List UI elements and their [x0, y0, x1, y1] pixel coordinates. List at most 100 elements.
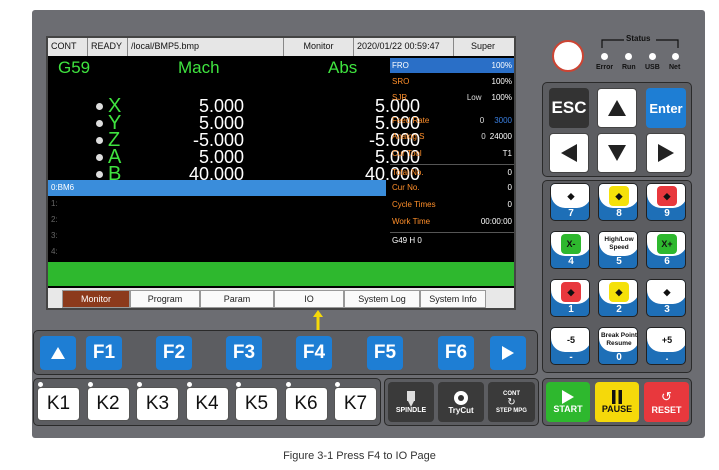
jog-key-6[interactable]: X+ 6 [646, 231, 686, 269]
x-minus-y-plus-icon: ◆ [561, 186, 581, 206]
jog-key-4[interactable]: X- 4 [550, 231, 590, 269]
trycut-button[interactable]: TryCut [438, 382, 484, 422]
axis-indicator-icon [96, 154, 103, 161]
user-level: Super [470, 41, 496, 51]
k2-button[interactable]: K2 [86, 387, 130, 421]
worktime-row: Work Time 00:00:00 [392, 217, 512, 226]
jog-key-8[interactable]: ◆ 8 [598, 183, 638, 221]
cont-step-mpg-button[interactable]: CONT ↻ STEP MPG [488, 382, 535, 422]
jog-key-0[interactable]: Break Point Resume 0 [598, 327, 638, 365]
down-button[interactable] [597, 133, 637, 173]
ready-status: READY [88, 38, 128, 56]
jog-key-.[interactable]: +5 . [646, 327, 686, 365]
tab-monitor[interactable]: Monitor [62, 290, 130, 308]
program-line[interactable]: 3: [48, 228, 386, 244]
start-button[interactable]: START [546, 382, 590, 422]
pointer-arrow-icon [313, 310, 323, 332]
left-arrow-icon [561, 144, 577, 162]
error-led [601, 53, 608, 60]
jog-key-7[interactable]: ◆ 7 [550, 183, 590, 221]
trycut-icon [454, 390, 468, 405]
up-button[interactable] [597, 88, 637, 128]
x-plus-y-minus-icon: ◆ [657, 282, 677, 302]
key-number: 7 [568, 208, 574, 219]
key-number: 1 [568, 304, 574, 315]
usb-led [649, 53, 656, 60]
mach-header: Mach [178, 58, 220, 77]
status-frame-icon [601, 39, 679, 48]
abs-header: Abs [328, 58, 358, 77]
axis-indicator-icon [96, 137, 103, 144]
program-line[interactable]: 1: [48, 196, 386, 212]
run-label: Run [622, 64, 636, 71]
key-number: 6 [664, 256, 670, 267]
left-button[interactable] [549, 133, 589, 173]
message-bar [48, 262, 514, 286]
f1-button[interactable]: F1 [86, 336, 122, 370]
tab-program[interactable]: Program [130, 290, 200, 308]
analog-row: Analog S 0 24000 [392, 132, 512, 141]
aux-key-row: SPINDLE TryCut CONT ↻ STEP MPG [384, 378, 539, 426]
key-number: 8 [616, 208, 622, 219]
jog-key--[interactable]: -5 - [550, 327, 590, 365]
tab-system-info[interactable]: System Info [420, 290, 486, 308]
right-button[interactable] [646, 133, 686, 173]
program-line[interactable]: 2: [48, 212, 386, 228]
key-number: . [665, 352, 669, 363]
spindle-icon [407, 390, 415, 407]
x-plus-icon: X+ [657, 234, 677, 254]
run-led [625, 53, 632, 60]
key-number: 3 [664, 304, 670, 315]
y-minus-icon: ◆ [609, 282, 629, 302]
net-label: Net [669, 64, 681, 71]
program-list[interactable]: 0:BM6 1: 2: 3: 4: [48, 180, 386, 260]
curno-row: Cur No. 0 [392, 183, 512, 192]
prev-page-button[interactable] [40, 336, 76, 370]
f6-button[interactable]: F6 [438, 336, 474, 370]
tab-io[interactable]: IO [274, 290, 344, 308]
sjr-row: SJR Low 100% [392, 93, 512, 102]
total-row: Total No. 0 [390, 164, 514, 179]
axis-indicator-icon [96, 103, 103, 110]
key-label: High/Low Speed [604, 236, 634, 251]
jog-key-2[interactable]: ◆ 2 [598, 279, 638, 317]
k4-button[interactable]: K4 [185, 387, 229, 421]
f3-button[interactable]: F3 [226, 336, 262, 370]
k5-button[interactable]: K5 [235, 387, 278, 421]
key-number: 4 [568, 256, 574, 267]
spindle-button[interactable]: SPINDLE [388, 382, 434, 422]
axis5-plus-icon: +5 [657, 330, 677, 350]
tool-row: Cur Tool T1 [392, 149, 512, 158]
k1-button[interactable]: K1 [37, 387, 80, 421]
enter-button[interactable]: Enter [646, 88, 686, 128]
k7-button[interactable]: K7 [334, 387, 377, 421]
reset-button[interactable]: ↺ RESET [644, 382, 689, 422]
reset-icon: ↺ [661, 389, 672, 404]
f5-button[interactable]: F5 [367, 336, 403, 370]
f2-button[interactable]: F2 [156, 336, 192, 370]
axis-indicator-icon [96, 120, 103, 127]
x-plus-y-plus-icon: ◆ [657, 186, 677, 206]
y-plus-icon: ◆ [609, 186, 629, 206]
f4-button[interactable]: F4 [296, 336, 332, 370]
program-line[interactable]: 4: [48, 244, 386, 260]
right-arrow-icon [658, 144, 674, 162]
gcode-row: G49 H 0 [390, 232, 514, 247]
power-button[interactable] [552, 40, 584, 72]
cycle-key-row: START PAUSE ↺ RESET [542, 378, 692, 426]
next-page-button[interactable] [490, 336, 526, 370]
pause-button[interactable]: PAUSE [595, 382, 639, 422]
jog-key-1[interactable]: ◆ 1 [550, 279, 590, 317]
esc-button[interactable]: ESC [549, 88, 589, 128]
k6-button[interactable]: K6 [284, 387, 328, 421]
tab-param[interactable]: Param [200, 290, 274, 308]
program-line[interactable]: 0:BM6 [48, 180, 386, 196]
tab-system-log[interactable]: System Log [344, 290, 420, 308]
jog-key-3[interactable]: ◆ 3 [646, 279, 686, 317]
jog-key-9[interactable]: ◆ 9 [646, 183, 686, 221]
jog-key-5[interactable]: High/Low Speed 5 [598, 231, 638, 269]
x-minus-icon: X- [561, 234, 581, 254]
play-icon [562, 390, 574, 404]
key-number: 0 [616, 352, 622, 363]
k3-button[interactable]: K3 [136, 387, 179, 421]
